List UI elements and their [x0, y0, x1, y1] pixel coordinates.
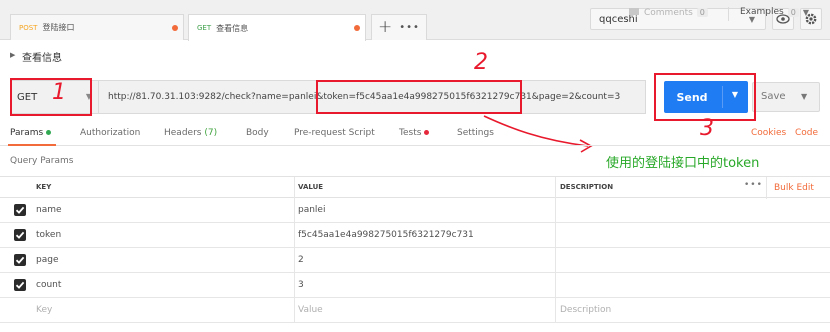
examples-button[interactable]: Examples 0 ▼ [740, 7, 809, 17]
table-row: token f5c45aa1e4a998275015f6321279c731 [0, 223, 830, 248]
active-dot-icon [46, 130, 52, 135]
row-checkbox[interactable] [14, 254, 26, 266]
annotation-note: 使用的登陆接口中的token [606, 156, 760, 171]
tab-authorization[interactable]: Authorization [80, 128, 140, 138]
comments-label: Comments [644, 7, 693, 18]
table-options-button[interactable]: ••• [744, 180, 763, 190]
table-row: name panlei [0, 198, 830, 223]
row-checkbox[interactable] [14, 279, 26, 291]
tab-headers[interactable]: Headers (7) [164, 128, 217, 138]
examples-label: Examples [740, 7, 784, 17]
divider [555, 223, 556, 248]
table-header: KEY VALUE DESCRIPTION ••• Bulk Edit [0, 176, 830, 199]
tab-body[interactable]: Body [246, 128, 269, 138]
check-icon [15, 281, 25, 289]
row-checkbox[interactable] [14, 204, 26, 216]
divider [294, 298, 295, 323]
new-value-input[interactable]: Value [298, 305, 323, 315]
tab-controls: + ••• [371, 14, 427, 40]
column-header-key: KEY [36, 183, 52, 191]
tab-label: 查看信息 [216, 23, 249, 33]
column-header-value: VALUE [298, 183, 324, 191]
divider [294, 177, 295, 199]
save-button[interactable]: Save ▼ [752, 82, 820, 112]
annotation-number-2: 2 [474, 50, 488, 75]
tab-label: Tests [399, 128, 422, 138]
divider [728, 7, 729, 21]
divider [555, 298, 556, 323]
tab-tests[interactable]: Tests [399, 128, 430, 138]
unsaved-dot-icon [172, 25, 178, 31]
save-label: Save [761, 91, 786, 102]
comments-button[interactable]: Comments 0 [628, 7, 708, 18]
check-icon [15, 206, 25, 214]
divider [294, 223, 295, 248]
divider [294, 198, 295, 223]
tab-label: Headers [164, 128, 202, 138]
divider [555, 273, 556, 298]
unsaved-dot-icon [354, 25, 360, 31]
param-key[interactable]: name [36, 205, 62, 215]
param-value[interactable]: panlei [298, 205, 325, 215]
active-tab-underline [8, 144, 56, 146]
cookies-link[interactable]: Cookies [751, 128, 786, 138]
annotation-box-send [654, 73, 756, 121]
divider [766, 177, 767, 199]
tab-label: 登陆接口 [42, 23, 75, 32]
query-params-title: Query Params [10, 156, 74, 166]
headers-count: (7) [204, 128, 218, 138]
tab-prerequest-script[interactable]: Pre-request Script [294, 128, 375, 138]
save-options-chevron-icon[interactable]: ▼ [801, 92, 807, 101]
new-key-input[interactable]: Key [36, 305, 52, 315]
tab-view-info[interactable]: GET 查看信息 [188, 14, 366, 41]
table-row-new: Key Value Description [0, 298, 830, 323]
divider [294, 248, 295, 273]
tab-label: Params [10, 128, 44, 138]
annotation-number-1: 1 [52, 80, 66, 105]
comments-count: 0 [696, 8, 708, 17]
tab-settings[interactable]: Settings [457, 128, 494, 138]
status-dot-icon [424, 130, 430, 135]
divider [555, 177, 556, 199]
param-value[interactable]: 2 [298, 255, 304, 265]
tab-method: GET [197, 24, 212, 32]
divider [555, 248, 556, 273]
column-header-description: DESCRIPTION [560, 183, 614, 191]
annotation-box-token [316, 80, 522, 114]
comment-icon [629, 8, 639, 18]
check-icon [15, 231, 25, 239]
tab-more-button[interactable]: ••• [399, 22, 420, 33]
param-key[interactable]: page [36, 255, 58, 265]
param-key[interactable]: token [36, 230, 61, 240]
chevron-down-icon: ▼ [802, 7, 809, 17]
tab-params[interactable]: Params [10, 128, 52, 138]
param-value[interactable]: f5c45aa1e4a998275015f6321279c731 [298, 230, 474, 240]
bulk-edit-link[interactable]: Bulk Edit [774, 183, 814, 193]
new-description-input[interactable]: Description [560, 305, 611, 315]
expand-caret-icon[interactable]: ▶ [10, 51, 15, 59]
tab-login[interactable]: POST 登陆接口 [10, 14, 184, 40]
table-row: count 3 [0, 273, 830, 298]
request-name-row: ▶ 查看信息 [0, 42, 830, 70]
table-row: page 2 [0, 248, 830, 273]
new-tab-button[interactable]: + [378, 19, 392, 36]
request-title: 查看信息 [22, 53, 62, 64]
examples-count: 0 [787, 7, 799, 17]
param-value[interactable]: 3 [298, 280, 304, 290]
divider [294, 273, 295, 298]
divider [555, 198, 556, 223]
annotation-box-method [10, 78, 92, 116]
check-icon [15, 256, 25, 264]
row-checkbox[interactable] [14, 229, 26, 241]
code-link[interactable]: Code [795, 128, 818, 138]
param-key[interactable]: count [36, 280, 61, 290]
tab-method: POST [19, 23, 38, 32]
